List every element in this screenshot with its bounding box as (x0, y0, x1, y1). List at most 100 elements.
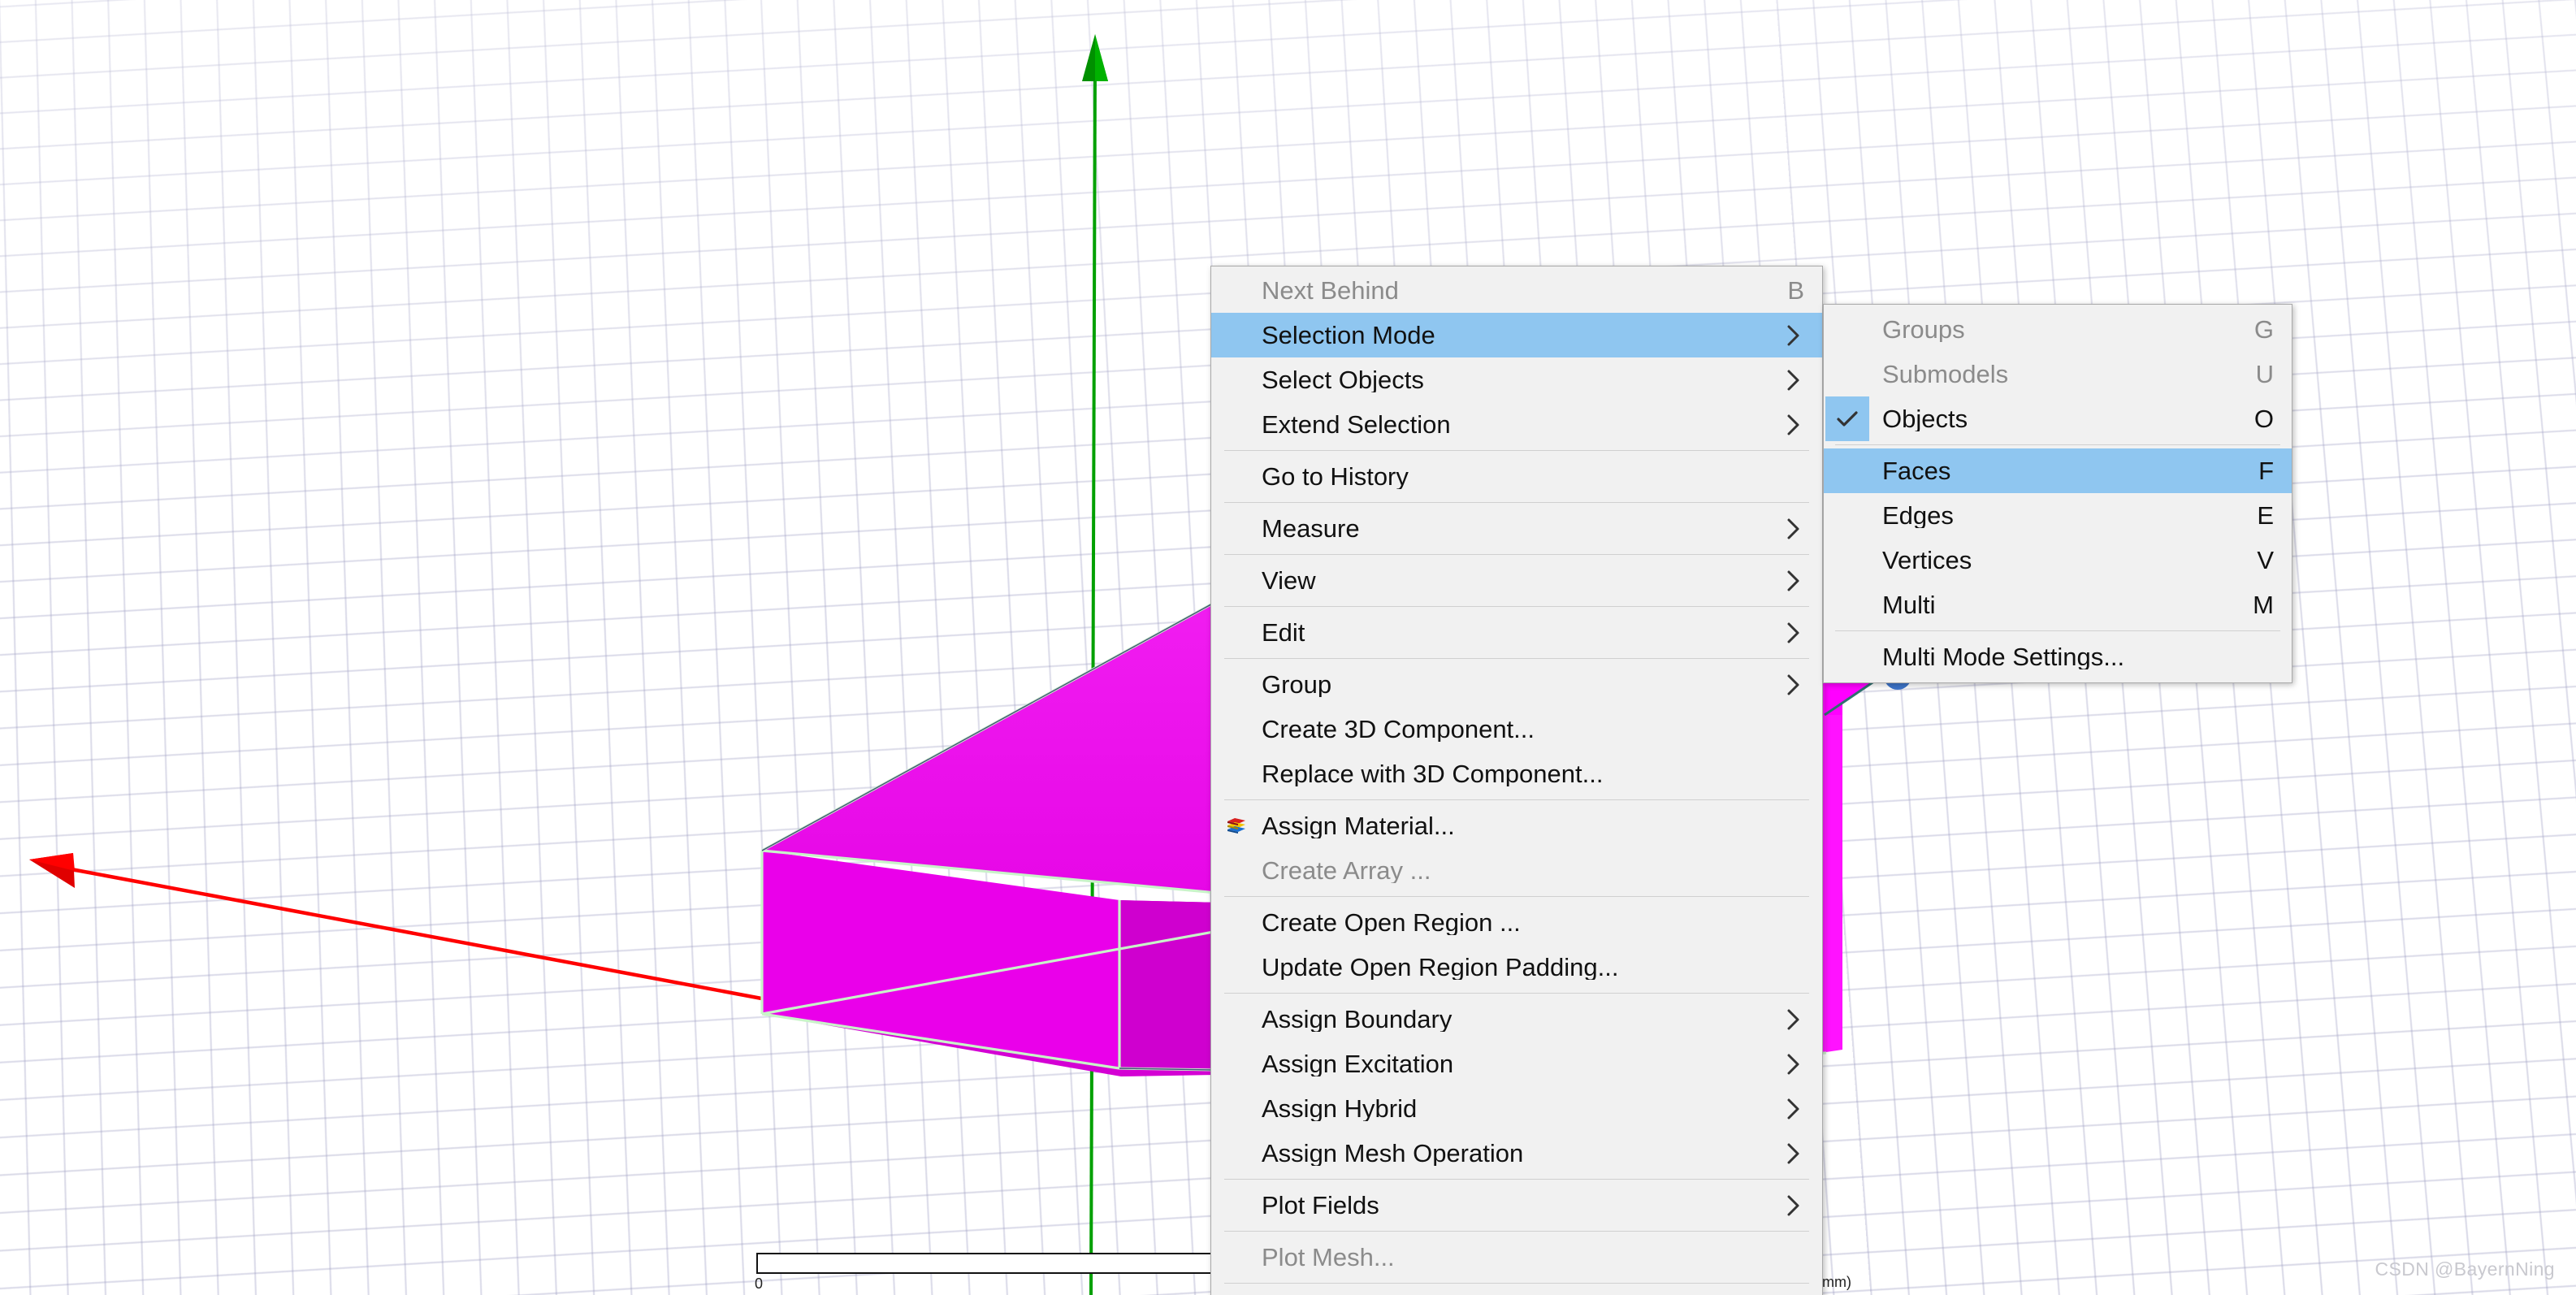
chevron-right-icon (1783, 368, 1804, 392)
menu-item-label: Update Open Region Padding... (1262, 955, 1619, 980)
menu-item-shortcut: F (2258, 457, 2274, 485)
chevron-right-icon (1787, 570, 1799, 591)
chevron-right-icon (1787, 325, 1799, 345)
menu-item-shortcut: G (2253, 315, 2274, 344)
menu-item-label: Assign Hybrid (1262, 1096, 1418, 1121)
menu-item-assign-mesh-operation[interactable]: Assign Mesh Operation (1211, 1131, 1822, 1176)
check-icon-slot (1825, 396, 1869, 441)
menu-item-label: Next Behind (1262, 278, 1399, 303)
menu-separator (1835, 444, 2280, 445)
chevron-right-icon (1783, 413, 1804, 437)
menu-separator (1224, 993, 1809, 994)
menu-item-view[interactable]: View (1211, 558, 1822, 603)
menu-item-label: Extend Selection (1262, 412, 1451, 437)
menu-item-shortcut: E (2257, 501, 2274, 530)
menu-separator (1224, 450, 1809, 451)
menu-separator (1224, 658, 1809, 659)
selection-mode-submenu[interactable]: Groups G Submodels U Objects O Faces F Edges E Ver… (1823, 304, 2292, 683)
menu-item-assign-boundary[interactable]: Assign Boundary (1211, 997, 1822, 1042)
check-icon (1837, 410, 1858, 427)
chevron-right-icon (1783, 1193, 1804, 1218)
menu-separator (1224, 606, 1809, 607)
menu-item-label: Assign Boundary (1262, 1007, 1453, 1032)
menu-item-create-open-region[interactable]: Create Open Region ... (1211, 900, 1822, 945)
menu-separator (1224, 1231, 1809, 1232)
menu-item-label: Groups (1882, 317, 1965, 342)
menu-item-create-3d-component[interactable]: Create 3D Component... (1211, 707, 1822, 751)
menu-item-plot-fields[interactable]: Plot Fields (1211, 1183, 1822, 1228)
menu-item-group[interactable]: Group (1211, 662, 1822, 707)
watermark: CSDN @BayernNing (2375, 1258, 2555, 1280)
menu-item-assign-hybrid[interactable]: Assign Hybrid (1211, 1086, 1822, 1131)
menu-item-label: Plot Fields (1262, 1193, 1379, 1218)
menu-item-next-behind: Next Behind B (1211, 268, 1822, 313)
menu-separator (1224, 1179, 1809, 1180)
chevron-right-icon (1787, 1009, 1799, 1029)
object-context-menu[interactable]: Next Behind B Selection Mode Select Objects… (1210, 266, 1823, 1295)
menu-item-assign-material[interactable]: Assign Material... (1211, 803, 1822, 848)
menu-item-objects[interactable]: Objects O (1824, 396, 2292, 441)
menu-item-label: Go to History (1262, 464, 1409, 489)
menu-item-label: Select Objects (1262, 367, 1424, 392)
menu-item-label: Group (1262, 672, 1332, 697)
chevron-right-icon (1787, 1054, 1799, 1074)
menu-item-assign-excitation[interactable]: Assign Excitation (1211, 1042, 1822, 1086)
chevron-right-icon (1787, 1195, 1799, 1215)
menu-item-label: Assign Mesh Operation (1262, 1141, 1524, 1166)
chevron-right-icon (1783, 569, 1804, 593)
menu-item-label: Create 3D Component... (1262, 717, 1535, 742)
menu-item-shortcut: M (2253, 591, 2274, 619)
menu-item-measure[interactable]: Measure (1211, 506, 1822, 551)
menu-separator (1224, 502, 1809, 503)
menu-item-shortcut: V (2257, 546, 2274, 574)
menu-item-multi[interactable]: Multi M (1824, 583, 2292, 627)
menu-item-shortcut: U (2255, 360, 2274, 388)
menu-item-label: View (1262, 568, 1316, 593)
menu-item-multi-mode-settings[interactable]: Multi Mode Settings... (1824, 635, 2292, 679)
menu-item-vertices[interactable]: Vertices V (1824, 538, 2292, 583)
chevron-right-icon (1787, 1098, 1799, 1119)
menu-item-label: Selection Mode (1262, 323, 1435, 348)
menu-item-shortcut: B (1787, 276, 1804, 305)
menu-item-select-objects[interactable]: Select Objects (1211, 357, 1822, 402)
menu-item-groups: Groups G (1824, 307, 2292, 352)
chevron-right-icon (1783, 323, 1804, 348)
chevron-right-icon (1783, 1097, 1804, 1121)
menu-item-label: Assign Material... (1262, 813, 1455, 838)
chevron-right-icon (1783, 621, 1804, 645)
chevron-right-icon (1783, 1052, 1804, 1076)
menu-item-extend-selection[interactable]: Extend Selection (1211, 402, 1822, 447)
chevron-right-icon (1787, 518, 1799, 539)
menu-item-label: Edges (1882, 503, 1954, 528)
menu-separator (1224, 1283, 1809, 1284)
chevron-right-icon (1787, 1143, 1799, 1163)
menu-item-plot-vrt[interactable]: Plot VRT (1211, 1287, 1822, 1295)
menu-item-label: Measure (1262, 516, 1360, 541)
chevron-right-icon (1787, 674, 1799, 695)
menu-item-update-open-region-padding[interactable]: Update Open Region Padding... (1211, 945, 1822, 990)
material-books-icon (1227, 817, 1245, 834)
chevron-right-icon (1787, 622, 1799, 643)
menu-item-label: Create Array ... (1262, 858, 1431, 883)
menu-item-label: Multi Mode Settings... (1882, 644, 2125, 669)
menu-item-edit[interactable]: Edit (1211, 610, 1822, 655)
menu-item-selection-mode[interactable]: Selection Mode (1211, 313, 1822, 357)
menu-item-label: Plot Mesh... (1262, 1245, 1395, 1270)
menu-item-label: Multi (1882, 592, 1936, 617)
menu-item-label: Vertices (1882, 548, 1972, 573)
menu-separator (1224, 799, 1809, 800)
material-books-icon (1218, 808, 1255, 845)
menu-item-go-to-history[interactable]: Go to History (1211, 454, 1822, 499)
menu-separator (1224, 896, 1809, 897)
menu-item-faces[interactable]: Faces F (1824, 448, 2292, 493)
menu-item-create-array: Create Array ... (1211, 848, 1822, 893)
menu-item-label: Create Open Region ... (1262, 910, 1521, 935)
chevron-right-icon (1787, 370, 1799, 390)
menu-item-plot-mesh: Plot Mesh... (1211, 1235, 1822, 1280)
menu-item-label: Objects (1882, 406, 1968, 431)
menu-item-replace-with-3d-component[interactable]: Replace with 3D Component... (1211, 751, 1822, 796)
menu-item-edges[interactable]: Edges E (1824, 493, 2292, 538)
menu-item-label: Replace with 3D Component... (1262, 761, 1604, 786)
hfss-3d-modeler-window: 0 0 (mm) CSDN @BayernNing Next Behind B Se… (0, 0, 2576, 1295)
menu-item-shortcut: O (2253, 405, 2274, 433)
